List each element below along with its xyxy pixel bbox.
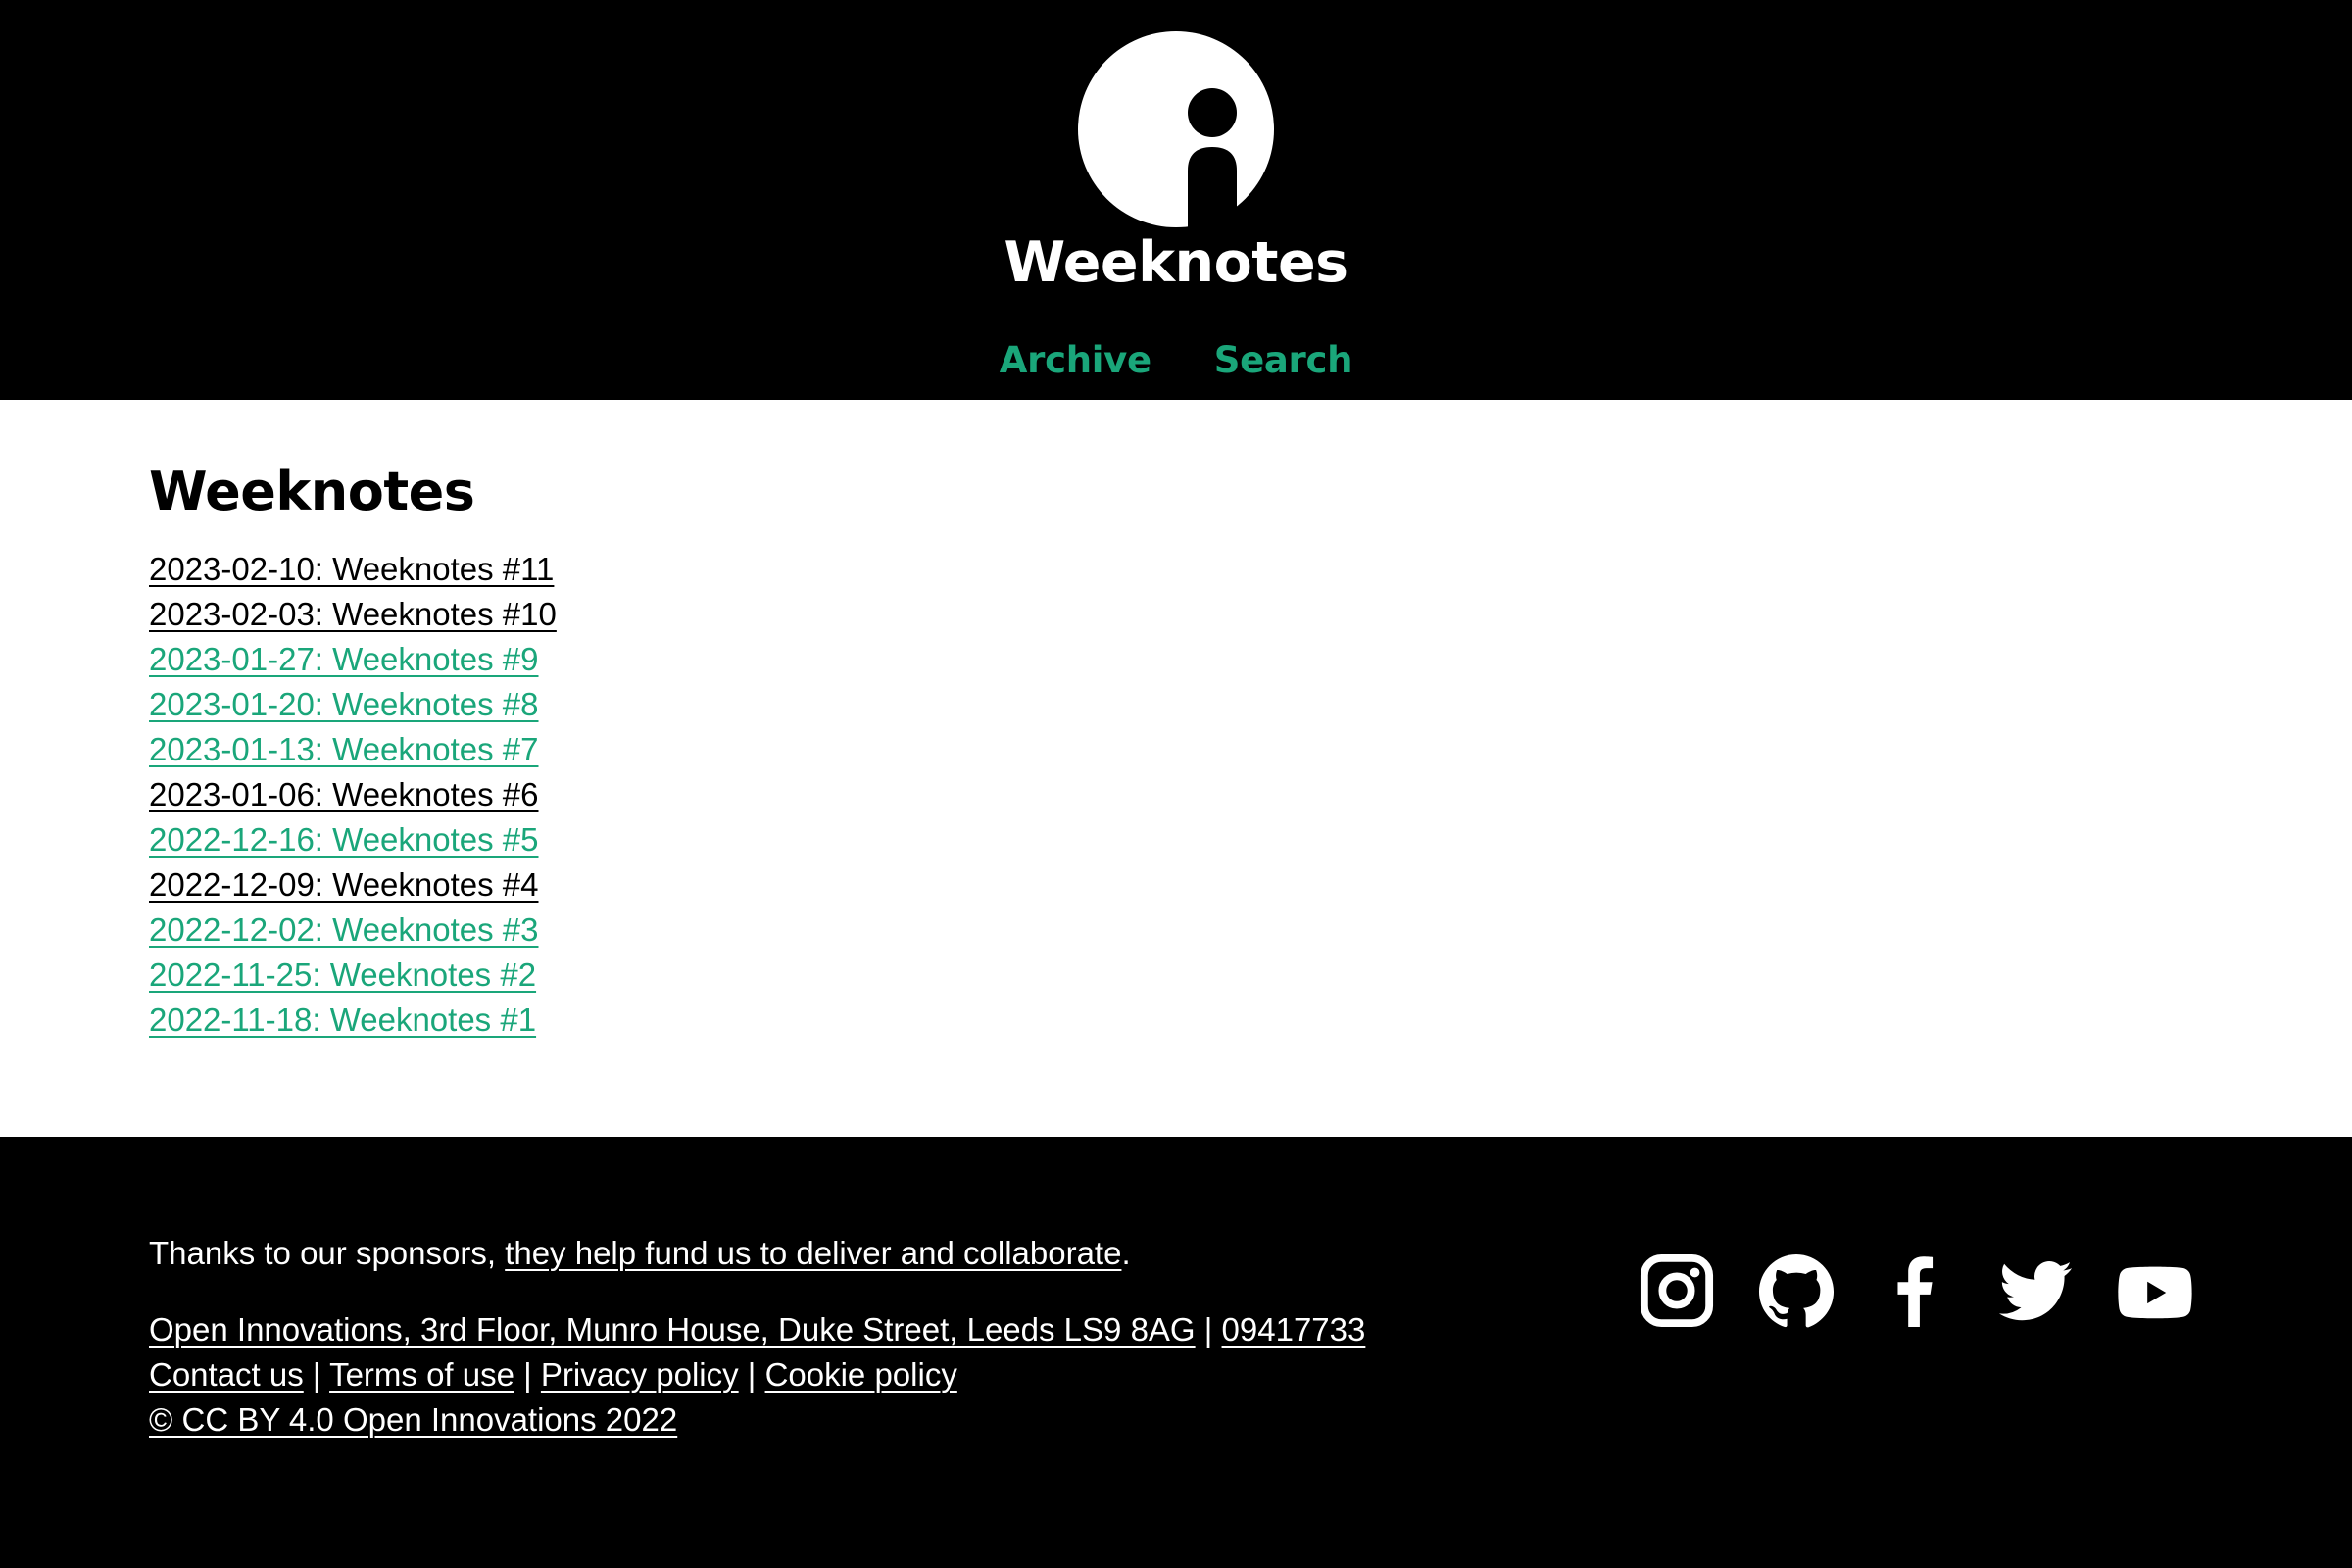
separator: | <box>1195 1311 1222 1348</box>
post-link[interactable]: 2023-01-27: Weeknotes #9 <box>149 641 539 677</box>
policy-links-row: Contact us | Terms of use | Privacy poli… <box>149 1352 1365 1397</box>
list-item: 2022-12-09: Weeknotes #4 <box>149 862 557 907</box>
post-link[interactable]: 2023-01-06: Weeknotes #6 <box>149 776 539 812</box>
main-nav: Archive Search <box>0 331 2352 390</box>
list-item: 2023-01-20: Weeknotes #8 <box>149 682 557 727</box>
info-person-logo-icon[interactable] <box>1078 31 1274 227</box>
list-item: 2022-12-02: Weeknotes #3 <box>149 907 557 953</box>
post-link[interactable]: 2022-12-09: Weeknotes #4 <box>149 866 539 903</box>
address-row: Open Innovations, 3rd Floor, Munro House… <box>149 1307 1365 1352</box>
post-link[interactable]: 2022-11-25: Weeknotes #2 <box>149 956 536 993</box>
weeknotes-list: 2023-02-10: Weeknotes #11 2023-02-03: We… <box>149 547 557 1043</box>
footer-info: Open Innovations, 3rd Floor, Munro House… <box>149 1307 1365 1443</box>
post-link[interactable]: 2022-11-18: Weeknotes #1 <box>149 1002 536 1038</box>
cookie-link[interactable]: Cookie policy <box>765 1356 957 1393</box>
post-link[interactable]: 2022-12-02: Weeknotes #3 <box>149 911 539 948</box>
list-item: 2023-02-10: Weeknotes #11 <box>149 547 557 592</box>
post-link[interactable]: 2023-01-20: Weeknotes #8 <box>149 686 539 722</box>
nav-archive-link[interactable]: Archive <box>1000 331 1152 390</box>
separator: | <box>514 1356 541 1393</box>
company-number-link[interactable]: 09417733 <box>1222 1311 1366 1348</box>
list-item: 2023-01-27: Weeknotes #9 <box>149 637 557 682</box>
list-item: 2023-01-13: Weeknotes #7 <box>149 727 557 772</box>
sponsor-link[interactable]: they help fund us to deliver and collabo… <box>505 1235 1121 1271</box>
instagram-icon[interactable] <box>1639 1252 1715 1329</box>
youtube-icon[interactable] <box>2117 1252 2193 1329</box>
address-link[interactable]: Open Innovations, 3rd Floor, Munro House… <box>149 1311 1196 1348</box>
separator: | <box>738 1356 765 1393</box>
privacy-link[interactable]: Privacy policy <box>541 1356 739 1393</box>
facebook-icon[interactable] <box>1878 1252 1954 1329</box>
site-footer: Thanks to our sponsors, they help fund u… <box>0 1137 2352 1568</box>
list-item: 2023-02-03: Weeknotes #10 <box>149 592 557 637</box>
social-links <box>1639 1252 2193 1329</box>
post-link[interactable]: 2022-12-16: Weeknotes #5 <box>149 821 539 858</box>
list-item: 2022-12-16: Weeknotes #5 <box>149 817 557 862</box>
post-link[interactable]: 2023-02-10: Weeknotes #11 <box>149 551 554 587</box>
site-title: Weeknotes <box>1004 230 1348 295</box>
page-title: Weeknotes <box>149 461 475 522</box>
terms-link[interactable]: Terms of use <box>329 1356 514 1393</box>
list-item: 2023-01-06: Weeknotes #6 <box>149 772 557 817</box>
copyright-row: © CC BY 4.0 Open Innovations 2022 <box>149 1397 1365 1443</box>
sponsor-text: Thanks to our sponsors, they help fund u… <box>149 1231 1131 1276</box>
post-link[interactable]: 2023-02-03: Weeknotes #10 <box>149 596 557 632</box>
post-link[interactable]: 2023-01-13: Weeknotes #7 <box>149 731 539 767</box>
sponsor-suffix: . <box>1121 1235 1131 1271</box>
separator: | <box>303 1356 330 1393</box>
main-content: Weeknotes 2023-02-10: Weeknotes #11 2023… <box>0 400 2352 1137</box>
sponsor-prefix: Thanks to our sponsors, <box>149 1235 506 1271</box>
github-icon[interactable] <box>1758 1252 1835 1329</box>
copyright-link[interactable]: © CC BY 4.0 Open Innovations 2022 <box>149 1401 677 1438</box>
nav-search-link[interactable]: Search <box>1214 331 1353 390</box>
twitter-icon[interactable] <box>1997 1252 2074 1329</box>
site-header: Weeknotes Archive Search <box>0 0 2352 400</box>
list-item: 2022-11-18: Weeknotes #1 <box>149 998 557 1043</box>
list-item: 2022-11-25: Weeknotes #2 <box>149 953 557 998</box>
contact-link[interactable]: Contact us <box>149 1356 304 1393</box>
